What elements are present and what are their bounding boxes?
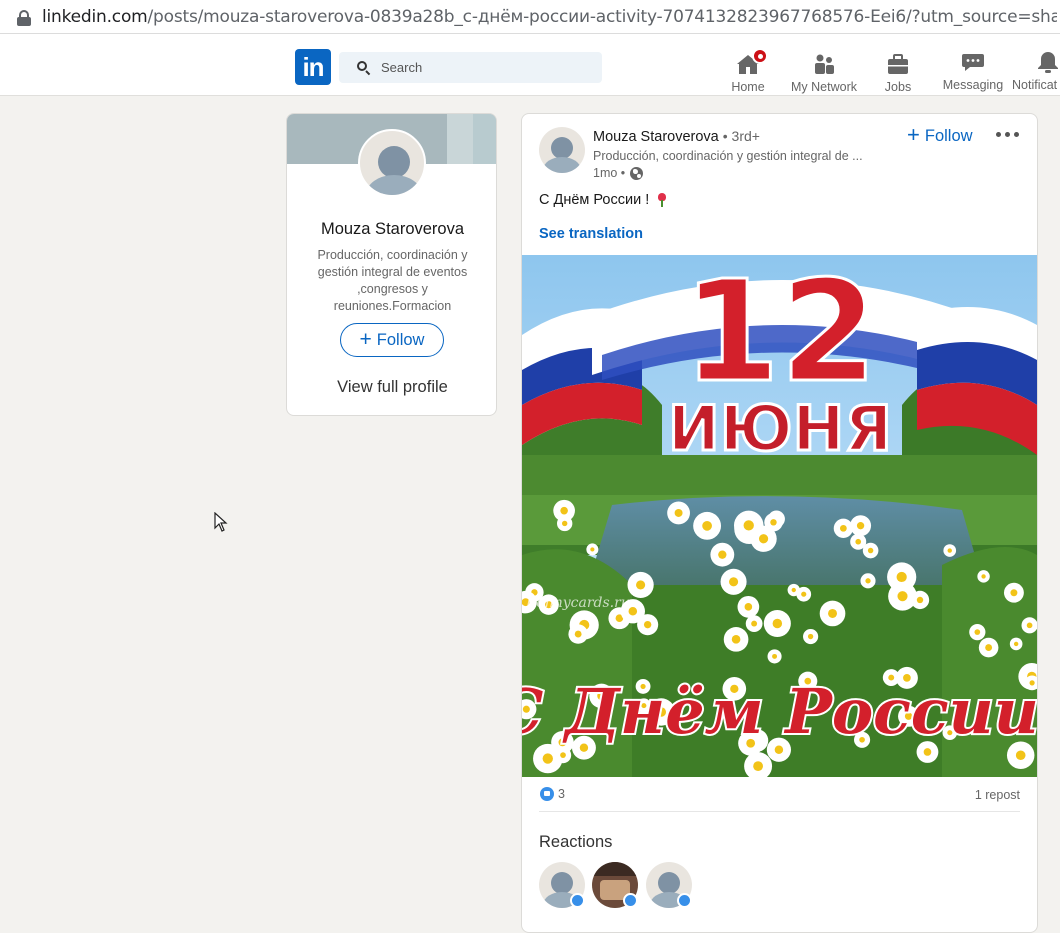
search-box[interactable]: Search — [339, 52, 602, 83]
nav-my-network-label: My Network — [791, 80, 857, 94]
divider — [539, 811, 1020, 812]
author-headline: Producción, coordinación y gestión integ… — [593, 149, 863, 163]
nav-notifications[interactable]: Notificat — [1012, 44, 1060, 92]
post-text-content: С Днём России ! — [539, 192, 650, 208]
post-time: 1mo • — [593, 166, 626, 180]
like-icon — [570, 893, 585, 908]
lock-icon — [14, 7, 34, 27]
connection-degree: • 3rd+ — [722, 128, 760, 144]
bell-icon — [1036, 50, 1060, 74]
follow-label: Follow — [376, 330, 425, 349]
url-path: /posts/mouza-staroverova-0839a28b_с-днём… — [147, 6, 1057, 27]
linkedin-logo[interactable]: in — [295, 49, 331, 85]
profile-name[interactable]: Mouza Staroverova — [287, 220, 496, 239]
image-greeting-text: С Днём России! — [522, 675, 1037, 748]
notification-badge — [752, 48, 768, 64]
like-icon — [677, 893, 692, 908]
image-month-text: ИЮНЯ — [668, 392, 892, 465]
more-options-icon[interactable] — [996, 132, 1019, 137]
browser-url-bar[interactable]: linkedin.com/posts/mouza-staroverova-083… — [0, 0, 1060, 34]
profile-headline: Producción, coordinación y gestión integ… — [317, 248, 468, 313]
url-domain: linkedin.com — [42, 6, 148, 27]
nav-my-network[interactable]: My Network — [787, 44, 861, 94]
nav-home[interactable]: Home — [725, 44, 771, 94]
nav-messaging-label: Messaging — [942, 78, 1004, 92]
profile-card: Mouza Staroverova Producción, coordinaci… — [286, 113, 497, 416]
reactions-title: Reactions — [539, 833, 613, 851]
globe-icon — [630, 166, 644, 180]
plus-icon: + — [907, 122, 920, 147]
search-icon — [357, 60, 371, 75]
post-card: Mouza Staroverova • 3rd+ Producción, coo… — [521, 113, 1038, 933]
search-input[interactable]: Search — [381, 60, 422, 75]
network-icon — [812, 52, 836, 76]
mouse-cursor-icon — [214, 512, 228, 532]
view-full-profile-link[interactable]: View full profile — [287, 378, 496, 397]
reaction-count[interactable]: 3 — [540, 787, 565, 801]
nav-jobs-label: Jobs — [884, 80, 912, 94]
nav-notifications-label: Notificat — [1012, 78, 1058, 92]
like-icon — [623, 893, 638, 908]
home-icon — [736, 48, 768, 76]
nav-messaging[interactable]: Messaging — [940, 44, 1006, 92]
follow-label: Follow — [924, 126, 973, 145]
reaction-count-value: 3 — [558, 787, 565, 801]
post-text: С Днём России ! — [539, 192, 667, 208]
plus-icon: + — [359, 327, 372, 351]
briefcase-icon — [886, 52, 910, 76]
tulip-emoji-icon — [657, 193, 667, 207]
author-avatar[interactable] — [539, 127, 585, 173]
post-meta: 1mo • — [593, 166, 644, 180]
author-name[interactable]: Mouza Staroverova — [593, 129, 719, 145]
repost-count[interactable]: 1 repost — [975, 788, 1020, 802]
avatar[interactable] — [358, 129, 426, 197]
post-image[interactable]: 12 ИЮНЯ С Днём России! Bonnycards.ru — [522, 255, 1037, 777]
like-icon — [540, 787, 554, 801]
nav-jobs[interactable]: Jobs — [878, 44, 918, 94]
see-translation-link[interactable]: See translation — [539, 226, 643, 242]
url-text[interactable]: linkedin.com/posts/mouza-staroverova-083… — [42, 7, 1057, 27]
image-day-text: 12 — [683, 255, 878, 414]
image-watermark: Bonnycards.ru — [525, 595, 630, 611]
chat-icon — [961, 50, 985, 74]
post-follow-button[interactable]: + Follow — [907, 122, 973, 148]
nav-home-label: Home — [731, 80, 765, 94]
author-line: Mouza Staroverova • 3rd+ — [593, 128, 760, 145]
profile-follow-button[interactable]: + Follow — [340, 323, 444, 357]
